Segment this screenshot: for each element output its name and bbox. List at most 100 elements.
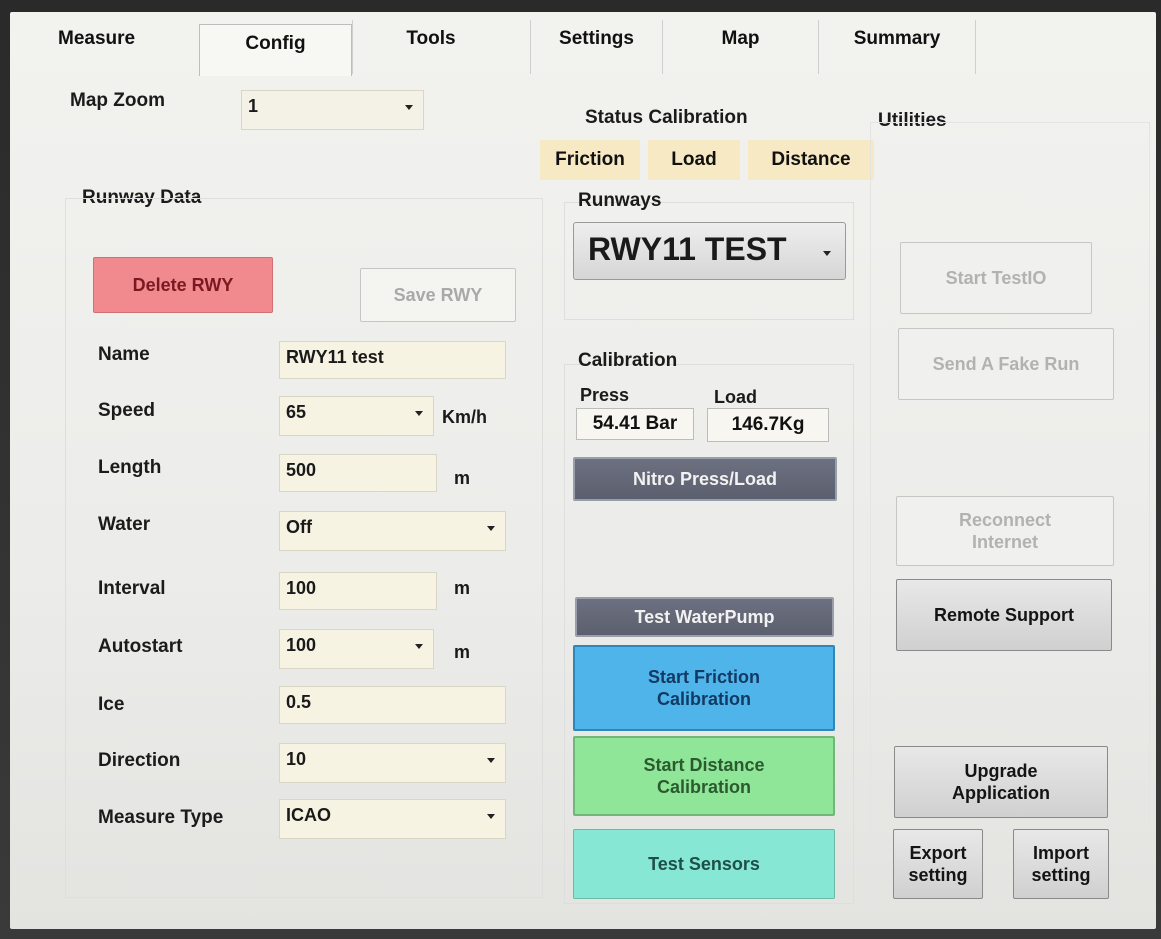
import-line1: Import bbox=[1033, 843, 1089, 863]
speed-select[interactable]: 65 bbox=[279, 396, 434, 436]
name-input[interactable]: RWY11 test bbox=[279, 341, 506, 379]
upgrade-application-button[interactable]: Upgrade Application bbox=[894, 746, 1108, 818]
chevron-down-icon bbox=[487, 526, 495, 531]
reconnect-line2: Internet bbox=[971, 532, 1038, 552]
interval-input[interactable]: 100 bbox=[279, 572, 437, 610]
export-setting-button[interactable]: Export setting bbox=[893, 829, 983, 899]
delete-runway-button[interactable]: Delete RWY bbox=[93, 257, 273, 313]
tab-map[interactable]: Map bbox=[662, 20, 818, 74]
test-waterpump-button[interactable]: Test WaterPump bbox=[575, 597, 834, 637]
length-value: 500 bbox=[286, 460, 317, 480]
reconnect-line1: Reconnect bbox=[958, 510, 1052, 530]
map-zoom-label: Map Zoom bbox=[70, 90, 165, 111]
tab-config-label: Config bbox=[245, 33, 306, 54]
tab-settings-label: Settings bbox=[559, 28, 634, 49]
name-value: RWY11 test bbox=[286, 347, 384, 367]
status-chip-friction-label: Friction bbox=[555, 149, 625, 170]
water-value: Off bbox=[286, 517, 312, 537]
save-runway-label: Save RWY bbox=[393, 285, 483, 305]
start-friction-calibration-button[interactable]: Start Friction Calibration bbox=[573, 645, 835, 731]
tab-config[interactable]: Config bbox=[199, 24, 352, 76]
status-chip-friction: Friction bbox=[540, 140, 640, 180]
test-waterpump-label: Test WaterPump bbox=[634, 607, 775, 627]
send-fake-run-button[interactable]: Send A Fake Run bbox=[898, 328, 1114, 400]
monitor-bezel: Measure Config Tools Settings Map Summar… bbox=[0, 0, 1161, 939]
save-runway-button[interactable]: Save RWY bbox=[360, 268, 516, 322]
upgrade-line1: Upgrade bbox=[964, 761, 1038, 781]
press-label: Press bbox=[580, 385, 630, 405]
friction-cal-line2: Calibration bbox=[656, 689, 751, 709]
app-window: Measure Config Tools Settings Map Summar… bbox=[10, 12, 1156, 929]
status-chip-distance: Distance bbox=[748, 140, 874, 180]
tab-summary-label: Summary bbox=[853, 28, 941, 49]
import-setting-button[interactable]: Import setting bbox=[1013, 829, 1109, 899]
status-calibration-title: Status Calibration bbox=[585, 107, 748, 128]
remote-support-label: Remote Support bbox=[933, 605, 1074, 625]
start-distance-calibration-button[interactable]: Start Distance Calibration bbox=[573, 736, 835, 816]
measure-type-select[interactable]: ICAO bbox=[279, 799, 506, 839]
interval-unit: m bbox=[454, 578, 471, 598]
send-fake-run-label: Send A Fake Run bbox=[932, 354, 1080, 374]
start-testio-label: Start TestIO bbox=[945, 268, 1047, 288]
delete-runway-label: Delete RWY bbox=[132, 275, 234, 295]
friction-cal-line1: Start Friction bbox=[647, 667, 760, 687]
interval-value: 100 bbox=[286, 578, 317, 598]
autostart-unit: m bbox=[454, 642, 471, 662]
tab-summary[interactable]: Summary bbox=[818, 20, 976, 74]
nitro-press-load-button[interactable]: Nitro Press/Load bbox=[573, 457, 837, 501]
direction-select[interactable]: 10 bbox=[279, 743, 506, 783]
measure-type-label: Measure Type bbox=[98, 807, 224, 828]
map-zoom-value: 1 bbox=[248, 96, 259, 116]
ice-value: 0.5 bbox=[286, 692, 312, 712]
distance-cal-line1: Start Distance bbox=[643, 755, 765, 775]
direction-value: 10 bbox=[286, 749, 307, 769]
upgrade-line2: Application bbox=[952, 783, 1050, 803]
measure-type-value: ICAO bbox=[286, 805, 331, 825]
length-unit: m bbox=[454, 468, 471, 488]
calibration-title: Calibration bbox=[578, 350, 678, 371]
speed-unit: Km/h bbox=[442, 407, 487, 427]
press-value-box: 54.41 Bar bbox=[576, 408, 694, 440]
interval-label: Interval bbox=[98, 578, 166, 599]
reconnect-internet-button[interactable]: Reconnect Internet bbox=[896, 496, 1114, 566]
direction-label: Direction bbox=[98, 750, 181, 771]
chevron-down-icon bbox=[823, 251, 831, 256]
export-line1: Export bbox=[909, 843, 967, 863]
tab-tools-label: Tools bbox=[406, 28, 456, 49]
runways-label: Runways bbox=[578, 190, 662, 211]
length-input[interactable]: 500 bbox=[279, 454, 437, 492]
tab-measure[interactable]: Measure bbox=[10, 20, 135, 74]
runways-selected-value: RWY11 TEST bbox=[588, 231, 787, 267]
nitro-press-load-label: Nitro Press/Load bbox=[632, 469, 778, 489]
water-label: Water bbox=[98, 514, 151, 535]
tab-bar: Measure Config Tools Settings Map Summar… bbox=[10, 12, 1156, 76]
chevron-down-icon bbox=[405, 105, 413, 110]
export-line2: setting bbox=[908, 865, 968, 885]
tab-map-label: Map bbox=[721, 28, 760, 49]
ice-label: Ice bbox=[98, 694, 125, 715]
name-label: Name bbox=[98, 344, 150, 365]
map-zoom-select[interactable]: 1 bbox=[241, 90, 424, 130]
autostart-select[interactable]: 100 bbox=[279, 629, 434, 669]
speed-label: Speed bbox=[98, 400, 156, 421]
tab-settings[interactable]: Settings bbox=[530, 20, 662, 74]
autostart-value: 100 bbox=[286, 635, 317, 655]
start-testio-button[interactable]: Start TestIO bbox=[900, 242, 1092, 314]
tab-tools[interactable]: Tools bbox=[352, 20, 509, 74]
autostart-label: Autostart bbox=[98, 636, 183, 657]
chevron-down-icon bbox=[415, 411, 423, 416]
length-label: Length bbox=[98, 457, 162, 478]
water-select[interactable]: Off bbox=[279, 511, 506, 551]
ice-input[interactable]: 0.5 bbox=[279, 686, 506, 724]
status-chip-load-label: Load bbox=[671, 149, 717, 170]
load-value: 146.7Kg bbox=[731, 414, 805, 435]
runways-select[interactable]: RWY11 TEST bbox=[573, 222, 846, 280]
chevron-down-icon bbox=[487, 758, 495, 763]
remote-support-button[interactable]: Remote Support bbox=[896, 579, 1112, 651]
press-value: 54.41 Bar bbox=[592, 413, 678, 434]
test-sensors-label: Test Sensors bbox=[648, 854, 760, 874]
status-chip-distance-label: Distance bbox=[771, 149, 851, 170]
import-line2: setting bbox=[1031, 865, 1091, 885]
speed-value: 65 bbox=[286, 402, 307, 422]
test-sensors-button[interactable]: Test Sensors bbox=[573, 829, 835, 899]
